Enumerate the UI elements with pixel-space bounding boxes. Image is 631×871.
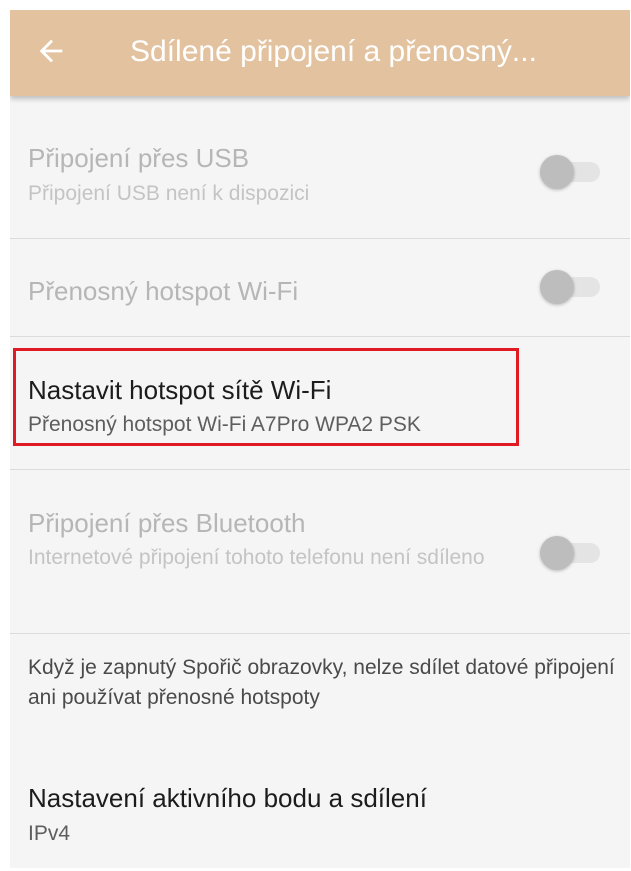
wifi-hotspot-switch[interactable] [540,270,602,304]
hotspot-tethering-settings-row[interactable]: Nastavení aktivního bodu a sdílení IPv4 [10,760,630,868]
hotspot-tethering-settings-summary: IPv4 [28,822,71,845]
back-button[interactable] [28,28,74,74]
bluetooth-tethering-switch[interactable] [540,536,602,570]
arrow-left-icon [39,39,63,63]
hotspot-tethering-settings-title: Nastavení aktivního bodu a sdílení [28,783,427,813]
screen: Sdílené připojení a přenosný... Připojen… [10,10,630,868]
switch-thumb [540,270,574,304]
bluetooth-tethering-row[interactable]: Připojení přes Bluetooth Internetové při… [10,470,630,633]
wifi-hotspot-row[interactable]: Přenosný hotspot Wi-Fi [10,239,630,336]
bluetooth-tethering-title: Připojení přes Bluetooth [28,508,306,538]
usb-tethering-title: Připojení přes USB [28,143,250,173]
wifi-hotspot-title: Přenosný hotspot Wi-Fi [28,276,299,306]
switch-thumb [540,536,574,570]
page-title: Sdílené připojení a přenosný... [130,35,537,68]
divider [10,633,630,634]
bluetooth-tethering-summary: Internetové připojení tohoto telefonu ne… [28,546,485,569]
switch-thumb [540,155,574,189]
app-bar: Sdílené připojení a přenosný... [10,10,630,96]
usb-tethering-row[interactable]: Připojení přes USB Připojení USB není k … [10,96,630,238]
usb-tethering-summary: Připojení USB není k dispozici [28,182,310,205]
usb-tethering-switch[interactable] [540,155,602,189]
battery-saver-note: Když je zapnutý Spořič obrazovky, nelze … [28,656,615,709]
highlight-box [13,348,519,446]
